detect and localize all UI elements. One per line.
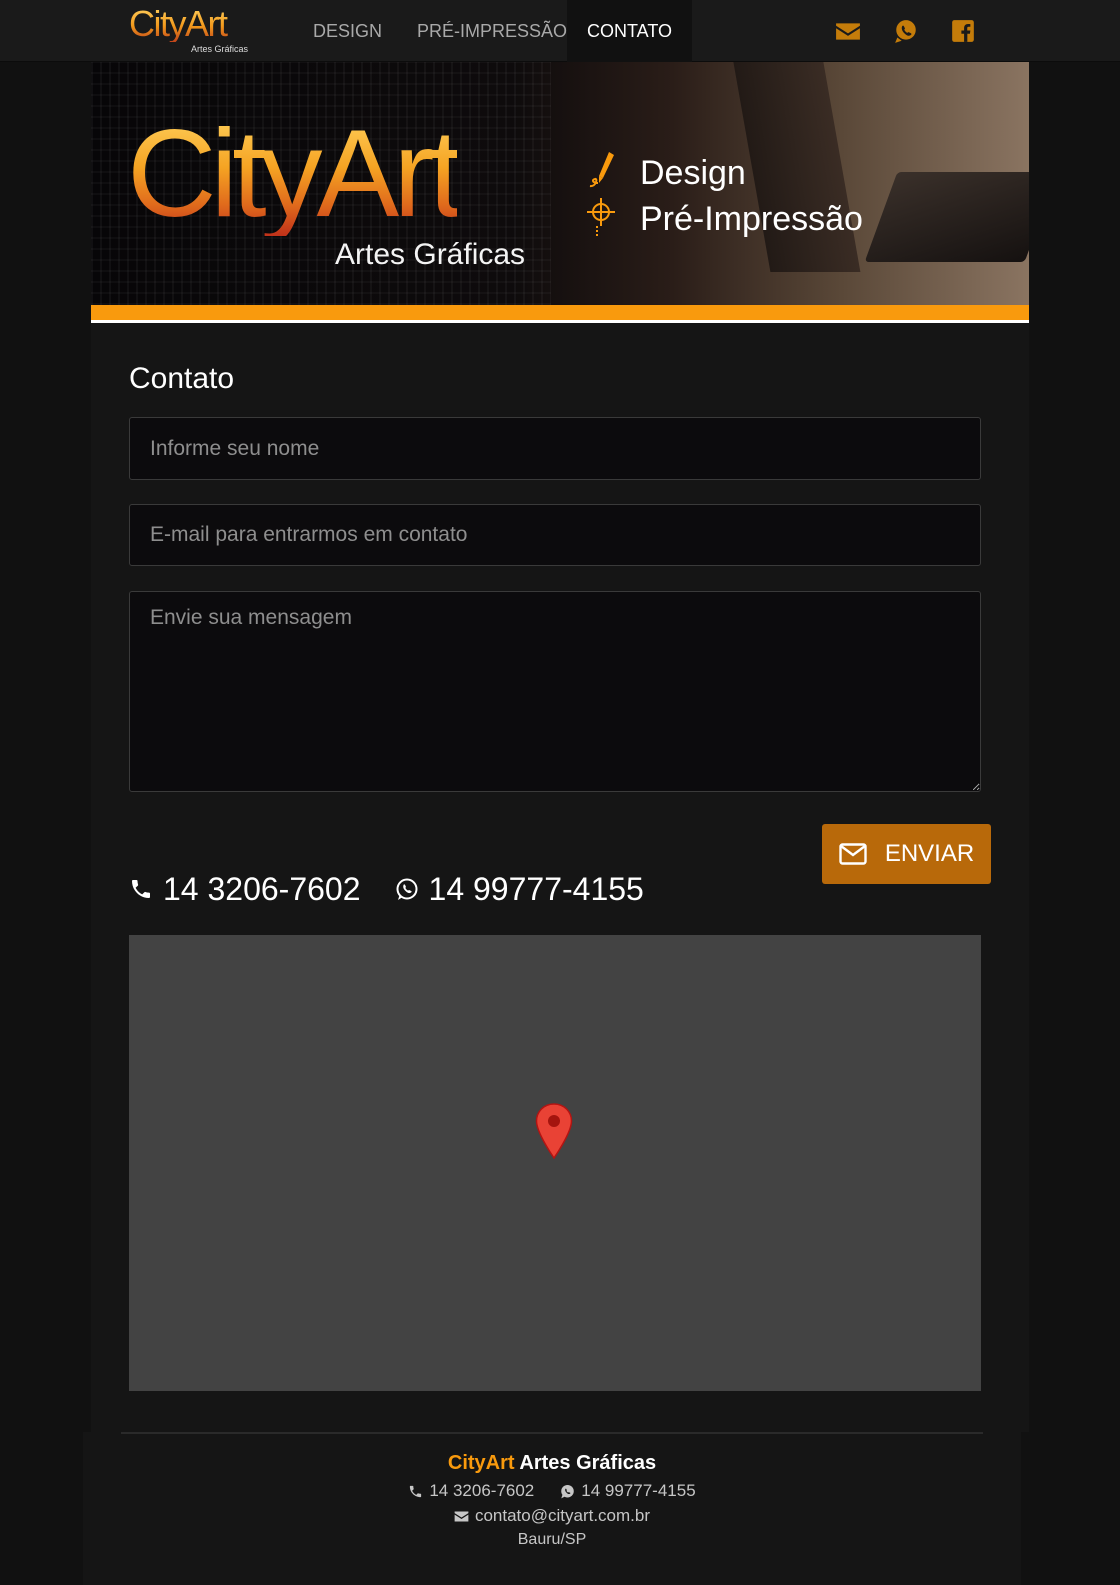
main-container: CityArt Artes Gráficas Design Pré-Impres… [91,62,1029,1432]
envelope-icon [454,1511,469,1521]
whatsapp-item[interactable]: 14 99777-4155 [395,871,644,908]
nav-logo-text: CityArt [129,6,259,42]
footer-city: Bauru/SP [517,1531,587,1548]
laptop-background [864,172,1029,262]
message-textarea[interactable] [129,591,981,792]
phone-number: 14 3206-7602 [163,870,361,907]
banner-logo: CityArt [127,105,463,243]
send-button[interactable]: ENVIAR [822,824,991,884]
email-input[interactable] [129,504,981,566]
nav-link-design[interactable]: DESIGN [294,0,401,62]
whatsapp-icon [396,878,418,900]
nav-logo-subtitle: Artes Gráficas [191,44,249,54]
footer-brand: CityArt Artes Gráficas [83,1452,1021,1475]
footer-whatsapp[interactable]: 14 99777-4155 [581,1481,695,1501]
pen-icon [589,152,614,188]
nav-link-pre-impressao[interactable]: PRÉ-IMPRESSÃO [398,0,586,62]
footer-brand-rest: Artes Gráficas [519,1452,657,1474]
hero-banner: CityArt Artes Gráficas Design Pré-Impres… [91,62,1029,305]
phone-icon [132,880,150,898]
banner-logo-subtitle: Artes Gráficas [335,238,526,271]
banner-service-pre-impressao: Pré-Impressão [640,200,863,238]
envelope-icon[interactable] [835,18,861,44]
envelope-outline-icon [839,843,867,865]
banner-service-design: Design [640,154,746,192]
contact-phones: 14 3206-7602 14 99777-4155 [129,867,678,911]
name-input[interactable] [129,417,981,480]
footer-phones: 14 3206-7602 14 99777-4155 [83,1481,1021,1501]
map-pin-icon[interactable] [535,1103,573,1159]
whatsapp-icon[interactable] [893,18,919,44]
nav-link-contato[interactable]: CONTATO [567,0,692,62]
footer-brand-accent: CityArt [447,1452,515,1474]
phone-icon [410,1485,422,1497]
monitor-background [731,62,861,272]
footer-city-row: Bauru/SP [83,1531,1021,1549]
footer-divider [121,1432,983,1434]
crosshair-icon [587,198,615,236]
location-map[interactable] [129,935,981,1391]
navbar: CityArt Artes Gráficas DESIGN PRÉ-IMPRES… [0,0,1120,62]
facebook-icon[interactable] [950,18,976,44]
phone-item[interactable]: 14 3206-7602 [129,871,361,908]
whatsapp-icon [561,1484,575,1498]
send-button-label: ENVIAR [884,840,975,867]
footer-email[interactable]: contato@cityart.com.br [475,1506,650,1526]
footer: CityArt Artes Gráficas 14 3206-7602 14 9… [83,1432,1021,1585]
page-title: Contato [129,362,235,395]
accent-stripe [91,305,1029,323]
nav-logo[interactable]: CityArt Artes Gráficas [129,6,259,56]
footer-email-row: contato@cityart.com.br [83,1506,1021,1526]
whatsapp-number: 14 99777-4155 [428,870,644,907]
footer-phone[interactable]: 14 3206-7602 [429,1481,534,1501]
